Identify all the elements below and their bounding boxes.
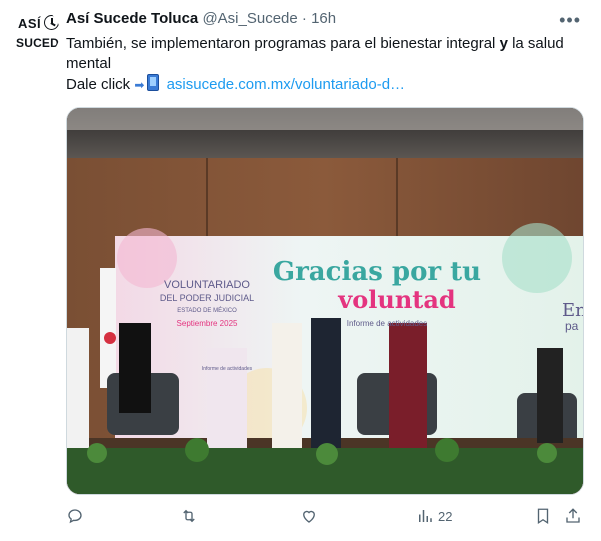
podium-label: Informe de actividades	[202, 366, 253, 372]
bookmark-button[interactable]	[534, 505, 552, 527]
share-button[interactable]	[564, 505, 582, 527]
mobile-phone-icon	[147, 74, 160, 91]
banner-title1: Gracias por tu	[273, 257, 481, 287]
tweet-text: También, se implementaron programas para…	[66, 34, 586, 95]
share-icon	[566, 508, 580, 523]
retweet-icon	[183, 509, 195, 523]
header-separator: ·	[301, 10, 307, 27]
bookmark-icon	[537, 508, 549, 525]
views-icon	[419, 510, 432, 522]
views-button[interactable]: 22	[416, 505, 452, 527]
banner-right-text2: pa	[565, 319, 579, 333]
tweet-link[interactable]: asisucede.com.mx/voluntariado-d…	[167, 76, 405, 93]
heart-icon	[303, 510, 315, 523]
avatar-text-line2: SUCEDE	[16, 36, 60, 50]
tweet-timestamp[interactable]: 16h	[311, 10, 336, 27]
banner-org-line1: VOLUNTARIADO	[164, 279, 250, 291]
banner-subtitle: Informe de actividades	[347, 319, 428, 328]
more-options-icon[interactable]: •••	[559, 10, 581, 31]
banner-date: Septiembre 2025	[177, 319, 238, 328]
tweet-photo[interactable]: VOLUNTARIADO DEL PODER JUDICIAL ESTADO D…	[66, 107, 584, 495]
avatar-text-line1: ASÍ	[18, 16, 42, 31]
tweet-text-part1: También, se implementaron programas para…	[66, 35, 500, 52]
like-button[interactable]	[300, 505, 318, 527]
banner-right-text: En	[562, 300, 583, 321]
arrow-right-icon: ➡	[134, 78, 145, 92]
action-bar: 22	[66, 505, 586, 527]
tweet-card[interactable]: ASÍ SUCEDE Así Sucede Toluca @Asi_Sucede…	[0, 0, 601, 541]
banner-org-line2: DEL PODER JUDICIAL	[160, 293, 254, 303]
banner-title2: voluntad	[337, 285, 456, 314]
reply-icon	[68, 509, 82, 524]
click-label: Dale click	[66, 76, 131, 93]
avatar[interactable]: ASÍ SUCEDE	[10, 8, 60, 58]
reply-button[interactable]	[66, 505, 84, 527]
clock-logo-icon	[44, 15, 59, 30]
author-name[interactable]: Así Sucede Toluca	[66, 10, 198, 27]
tweet-header: Así Sucede Toluca @Asi_Sucede · 16h	[66, 10, 336, 27]
banner-org-line3: ESTADO DE MÉXICO	[177, 307, 237, 314]
tweet-text-bold: y	[499, 35, 508, 52]
event-photo-illustration: VOLUNTARIADO DEL PODER JUDICIAL ESTADO D…	[67, 108, 583, 494]
retweet-button[interactable]	[180, 505, 198, 527]
views-count: 22	[438, 508, 453, 524]
author-handle[interactable]: @Asi_Sucede	[202, 10, 297, 27]
